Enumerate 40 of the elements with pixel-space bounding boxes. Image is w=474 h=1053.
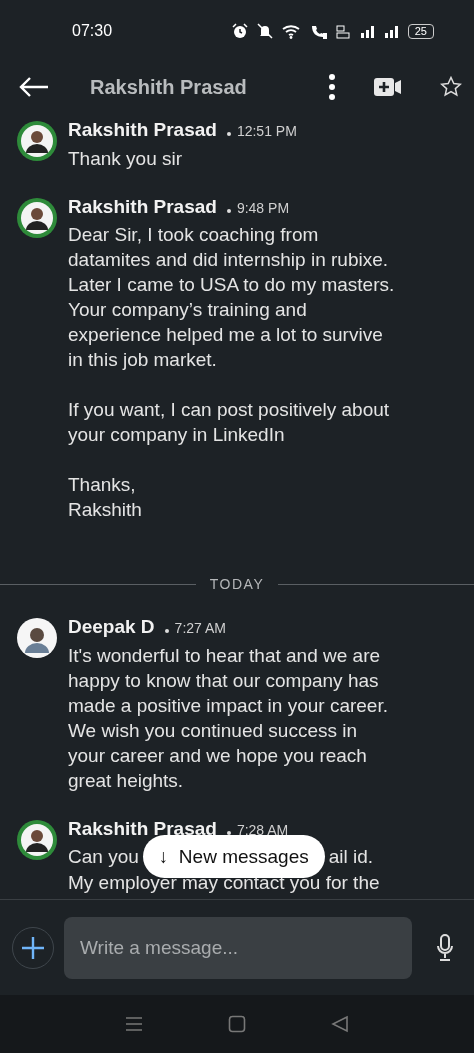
- signal-icon: [359, 24, 376, 38]
- home-icon[interactable]: [228, 1015, 246, 1033]
- wifi-icon: [281, 23, 302, 39]
- back-icon[interactable]: [18, 76, 50, 98]
- message-text: It's wonderful to hear that and we are happy to know that our company has made a positive impact in your career. We wish you continued success in your career and we hope you reach great heights.: [68, 643, 389, 793]
- message-text: ail id.: [328, 845, 374, 869]
- menu-icon[interactable]: [125, 1016, 143, 1032]
- avatar: [16, 617, 58, 659]
- signal-icon: [383, 24, 400, 38]
- microphone-icon[interactable]: [436, 933, 454, 962]
- separator-dot-icon: [226, 132, 231, 136]
- avatar: [16, 196, 58, 239]
- avatar: [16, 120, 58, 162]
- separator-dot-icon: [226, 208, 231, 213]
- separator-dot-icon: [164, 629, 169, 633]
- star-icon[interactable]: [440, 76, 462, 98]
- sender-name: Deepak D: [68, 615, 155, 639]
- wifi-call-icon: [309, 23, 328, 39]
- message-text: Can you: [68, 845, 139, 869]
- alarm-icon: [231, 23, 248, 39]
- date-divider-label: TODAY: [208, 575, 266, 594]
- message-text: Dear Sir, I took coaching from datamites and did internship in rubixe. Later I came to USA to do my masters. Your company’s training and experience helped me a lot to survive in this job market. If you want, I can post positively about your company in LinkedIn Thanks, Rakshith: [68, 223, 396, 522]
- plus-icon: [21, 935, 45, 960]
- contact-name: Rakshith Prasad: [90, 75, 248, 100]
- battery-icon: 25: [407, 23, 434, 39]
- message-time: 7:27 AM: [174, 619, 226, 638]
- clock: 07:30: [72, 21, 113, 41]
- new-messages-button[interactable]: ↓ New messages: [142, 835, 325, 878]
- separator-dot-icon: [226, 830, 231, 835]
- message-input[interactable]: Write a message...: [64, 916, 412, 979]
- muted-bell-icon: [255, 23, 274, 39]
- message-time: 12:51 PM: [236, 122, 297, 141]
- sender-name: Rakshith Prasad: [68, 118, 217, 142]
- message-time: 9:48 PM: [236, 198, 290, 218]
- message-text: Thank you sir: [68, 146, 184, 171]
- back-nav-icon[interactable]: [331, 1015, 349, 1033]
- more-icon[interactable]: [328, 73, 336, 101]
- avatar: [16, 818, 58, 861]
- sender-name: Rakshith Prasad: [68, 194, 217, 219]
- video-call-icon[interactable]: [374, 77, 402, 97]
